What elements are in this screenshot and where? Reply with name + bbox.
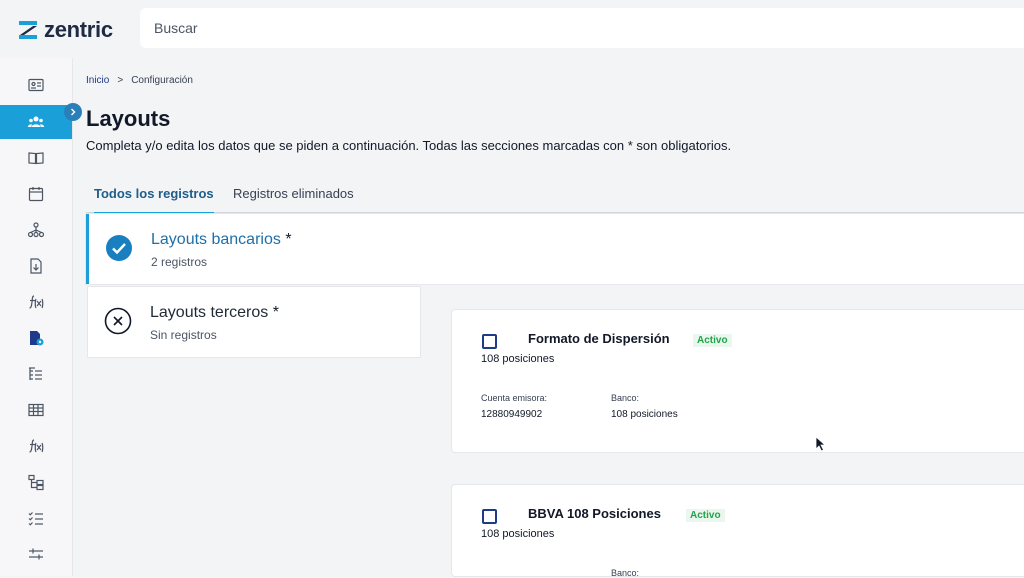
id-card-icon xyxy=(28,78,44,92)
sidebar-item-layouts[interactable] xyxy=(0,321,72,355)
sidebar-item-hierarchy[interactable] xyxy=(0,465,72,499)
sidebar-item-employees[interactable] xyxy=(0,105,72,139)
list-tree-icon xyxy=(29,367,42,380)
field-label-issuer-account: Cuenta emisora: xyxy=(481,393,548,403)
layout-record-card[interactable]: Formato de Dispersión Activo 108 posicio… xyxy=(452,310,1024,452)
breadcrumb-home[interactable]: Inicio xyxy=(86,75,109,86)
breadcrumb-separator: > xyxy=(117,75,124,86)
status-badge: Activo xyxy=(686,509,725,522)
logo-text: zentric xyxy=(44,17,113,42)
category-title-text: Layouts bancarios xyxy=(151,231,281,248)
field-value-bank: 108 posiciones xyxy=(611,409,678,420)
logo[interactable]: zentric xyxy=(18,17,113,43)
main-content: Inicio > Configuración Layouts Completa … xyxy=(72,58,1024,578)
tabs: Todos los registros Registros eliminados xyxy=(86,178,1024,214)
document-download-icon xyxy=(30,258,42,274)
category-bank-layouts[interactable]: Layouts bancarios * 2 registros xyxy=(86,214,1024,284)
page-title: Layouts xyxy=(86,106,171,131)
sidebar-item-calendar[interactable] xyxy=(0,177,72,211)
check-circle-icon xyxy=(106,235,132,261)
close-circle-icon xyxy=(104,307,132,335)
sidebar-item-organization[interactable] xyxy=(0,213,72,247)
breadcrumb: Inicio > Configuración xyxy=(86,75,193,86)
record-checkbox[interactable] xyxy=(482,509,497,524)
top-bar: zentric xyxy=(0,0,1024,58)
sidebar-item-profile[interactable] xyxy=(0,68,72,102)
page-subtitle: Completa y/o edita los datos que se pide… xyxy=(86,138,732,153)
record-checkbox[interactable] xyxy=(482,334,497,349)
org-chart-icon xyxy=(27,222,45,238)
sidebar xyxy=(0,58,73,576)
calendar-icon xyxy=(28,187,44,202)
sidebar-item-settings[interactable] xyxy=(0,537,72,571)
hierarchy-icon xyxy=(28,474,44,491)
table-icon xyxy=(28,403,44,417)
sidebar-item-formulas[interactable] xyxy=(0,285,72,319)
zentric-logo-icon xyxy=(19,21,37,39)
category-title-text: Layouts terceros xyxy=(150,304,269,321)
required-mark: * xyxy=(285,231,292,248)
field-label-bank: Banco: xyxy=(611,568,640,578)
function-icon xyxy=(29,439,44,453)
required-mark: * xyxy=(272,304,279,321)
record-positions: 108 posiciones xyxy=(481,353,555,365)
tab-deleted-records[interactable]: Registros eliminados xyxy=(233,186,354,212)
sidebar-item-documents[interactable] xyxy=(0,249,72,283)
category-third-party-layouts[interactable]: Layouts terceros * Sin registros xyxy=(88,287,420,357)
breadcrumb-current: Configuración xyxy=(131,75,193,86)
search-input[interactable] xyxy=(140,8,1024,48)
sidebar-item-tables[interactable] xyxy=(0,393,72,427)
record-title: BBVA 108 Posiciones xyxy=(528,506,661,521)
document-settings-icon xyxy=(30,331,44,346)
category-subtitle: 2 registros xyxy=(151,255,208,269)
record-title: Formato de Dispersión xyxy=(528,331,670,346)
tab-all-records[interactable]: Todos los registros xyxy=(94,186,214,214)
sidebar-item-checklist[interactable] xyxy=(0,501,72,535)
layout-record-card[interactable]: BBVA 108 Posiciones Activo 108 posicione… xyxy=(452,485,1024,578)
sidebar-item-catalog[interactable] xyxy=(0,141,72,175)
field-label-bank: Banco: xyxy=(611,393,640,403)
category-subtitle: Sin registros xyxy=(150,328,217,342)
category-title: Layouts terceros * xyxy=(150,304,279,322)
function-icon xyxy=(29,295,44,309)
category-title: Layouts bancarios * xyxy=(151,231,292,249)
book-icon xyxy=(28,152,44,165)
field-value-issuer-account: 12880949902 xyxy=(481,409,543,420)
sidebar-item-functions[interactable] xyxy=(0,429,72,463)
status-badge: Activo xyxy=(693,334,732,347)
sidebar-item-structure[interactable] xyxy=(0,357,72,391)
checklist-icon xyxy=(28,512,43,526)
mouse-cursor-icon xyxy=(815,436,827,452)
record-positions: 108 posiciones xyxy=(481,528,555,540)
sliders-icon xyxy=(29,548,43,560)
users-icon xyxy=(27,116,45,127)
search-bar xyxy=(140,8,1024,48)
